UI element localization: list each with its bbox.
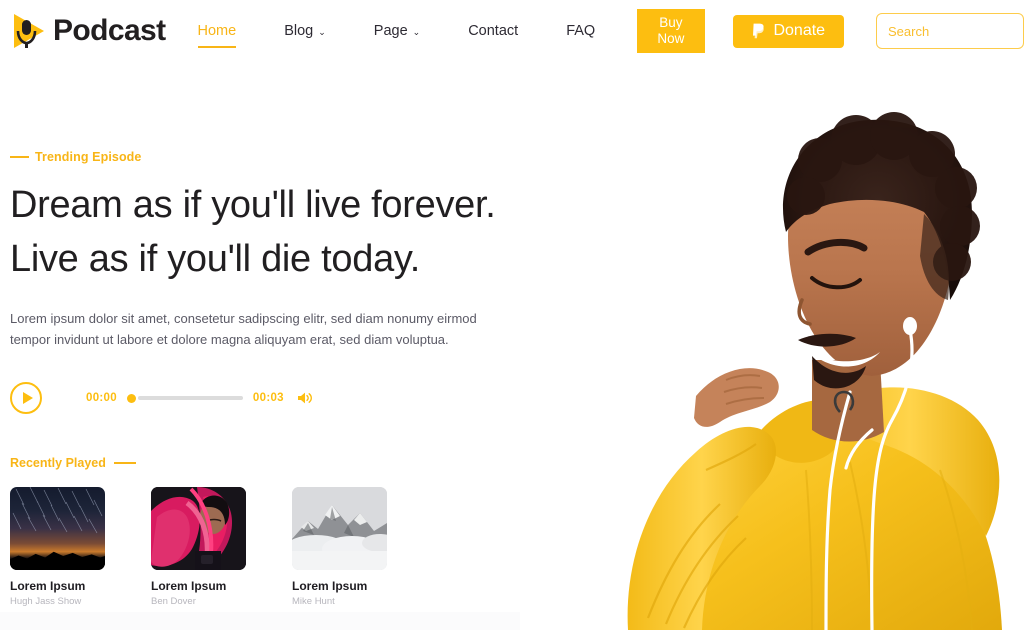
nav-label-faq: FAQ <box>566 23 596 39</box>
play-icon[interactable] <box>10 382 42 414</box>
episode-title: Lorem Ipsum <box>10 579 86 593</box>
hero-photo-illustration <box>520 0 1024 630</box>
recently-played-list: Lorem Ipsum Hugh Jass Show Lorem Ipsum B… <box>10 487 530 608</box>
hero-image <box>520 0 1024 630</box>
donate-label: Donate <box>773 22 826 39</box>
woman-pink-jacket-art <box>151 487 246 570</box>
episode-author: Mike Hunt <box>292 596 335 608</box>
episode-title: Lorem Ipsum <box>151 579 227 593</box>
recently-played-label: Recently Played <box>10 456 106 470</box>
nav-item-home[interactable]: Home <box>174 11 261 51</box>
total-time: 00:03 <box>252 392 284 404</box>
recently-played-heading: Recently Played <box>10 456 530 470</box>
heading-dash <box>113 462 136 464</box>
episode-author: Hugh Jass Show <box>10 596 82 608</box>
nav-item-blog[interactable]: Blog ⌄ <box>260 11 350 51</box>
buy-now-button[interactable]: Buy Now <box>637 8 705 54</box>
search-input[interactable] <box>888 23 1024 39</box>
current-time: 00:00 <box>86 392 117 404</box>
brand-logo[interactable]: Podcast <box>10 11 166 51</box>
list-item[interactable]: Lorem Ipsum Ben Dover <box>151 487 246 608</box>
nav-item-page[interactable]: Page ⌄ <box>350 11 444 51</box>
episode-thumbnail[interactable] <box>10 487 105 570</box>
episode-title: Lorem Ipsum <box>292 579 368 593</box>
nav-label-blog: Blog <box>284 23 314 39</box>
eyebrow-dash <box>10 156 29 158</box>
hero-content: Trending Episode Dream as if you'll live… <box>10 150 530 608</box>
list-item[interactable]: Lorem Ipsum Hugh Jass Show <box>10 487 105 608</box>
nav-label-contact: Contact <box>468 23 519 39</box>
hero-title-line-2: Live as if you'll die today. <box>10 238 421 280</box>
mountain-clouds-art <box>292 487 387 570</box>
hero-eyebrow: Trending Episode <box>10 150 530 164</box>
progress-track[interactable] <box>137 396 243 400</box>
page-title: Dream as if you'll live forever. Live as… <box>10 178 530 286</box>
episode-thumbnail[interactable] <box>292 487 387 570</box>
chevron-down-icon: ⌄ <box>318 26 326 37</box>
nav-item-faq[interactable]: FAQ <box>542 11 619 51</box>
volume-icon[interactable] <box>297 391 313 405</box>
play-triangle <box>22 392 33 404</box>
microphone-play-logo-icon <box>10 11 48 51</box>
site-header: Podcast Home Blog ⌄ Page ⌄ Contact FAQ B… <box>0 0 1024 62</box>
hero-title-line-1: Dream as if you'll live forever. <box>10 184 496 226</box>
chevron-down-icon: ⌄ <box>412 26 421 37</box>
hero-description: Lorem ipsum dolor sit amet, consetetur s… <box>10 311 477 347</box>
progress-slider[interactable] <box>126 392 243 404</box>
donate-button[interactable]: Donate <box>732 14 844 48</box>
progress-knob[interactable] <box>126 393 136 403</box>
audio-player: 00:00 00:03 <box>10 382 530 414</box>
paypal-icon <box>751 23 766 39</box>
episode-author: Ben Dover <box>151 596 196 608</box>
main-nav: Home Blog ⌄ Page ⌄ Contact FAQ <box>174 11 620 51</box>
nav-item-contact[interactable]: Contact <box>444 11 542 51</box>
podcast-landing-page: Podcast Home Blog ⌄ Page ⌄ Contact FAQ B… <box>0 0 1024 630</box>
search-box[interactable] <box>876 13 1024 49</box>
episode-thumbnail[interactable] <box>151 487 246 570</box>
hero-eyebrow-label: Trending Episode <box>35 150 142 164</box>
brand-name: Podcast <box>53 14 166 47</box>
list-item[interactable]: Lorem Ipsum Mike Hunt <box>292 487 387 608</box>
nav-label-home: Home <box>197 23 237 39</box>
nav-label-page: Page <box>373 23 408 39</box>
